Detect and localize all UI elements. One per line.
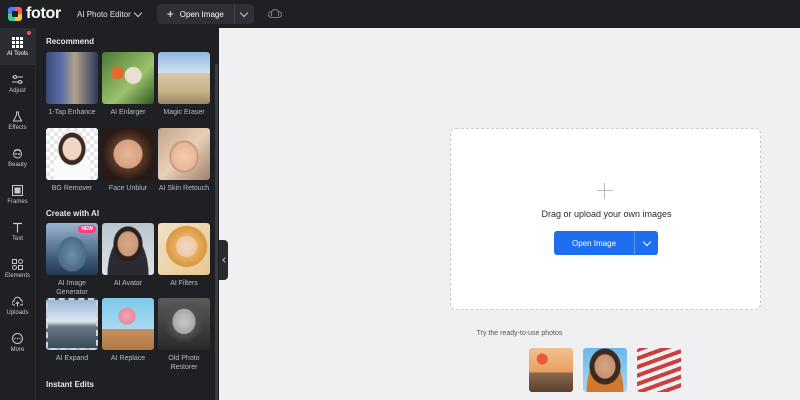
rail-item-adjust[interactable]: Adjust bbox=[0, 65, 35, 102]
rail-label: Adjust bbox=[9, 87, 26, 94]
top-bar: fotor AI Photo Editor + Open Image bbox=[0, 0, 800, 28]
tool-thumbnail bbox=[158, 298, 210, 350]
rail-label: AI Tools bbox=[6, 50, 29, 57]
ai-tools-panel: Recommend 1-Tap Enhance AI Enlarger Magi… bbox=[35, 28, 219, 400]
tool-old-photo-restorer[interactable]: Old Photo Restorer bbox=[158, 298, 210, 372]
tool-ai-replace[interactable]: AI Replace bbox=[102, 298, 154, 363]
rail-label: Elements bbox=[4, 272, 30, 279]
rail-item-beauty[interactable]: Beauty bbox=[0, 139, 35, 176]
rail-label: Uploads bbox=[6, 309, 29, 316]
rail-label: Frames bbox=[7, 198, 28, 205]
top-open-image-dropdown[interactable] bbox=[233, 4, 254, 24]
tool-ai-filters[interactable]: AI Filters bbox=[158, 223, 210, 288]
rail-item-uploads[interactable]: Uploads bbox=[0, 287, 35, 324]
tool-ai-skin-retouch[interactable]: AI Skin Retouch bbox=[158, 128, 210, 193]
open-image-dropdown[interactable] bbox=[634, 231, 658, 255]
tool-bg-remover[interactable]: BG Remover bbox=[46, 128, 98, 193]
section-title-instant-edits: Instant Edits bbox=[46, 380, 95, 389]
rail-item-frames[interactable]: Frames bbox=[0, 176, 35, 213]
fotor-logo[interactable]: fotor bbox=[8, 5, 61, 23]
tool-ai-expand[interactable]: AI Expand bbox=[46, 298, 98, 363]
fotor-logo-icon bbox=[8, 7, 22, 21]
logo-text: fotor bbox=[26, 5, 61, 22]
rail-item-text[interactable]: Text bbox=[0, 213, 35, 250]
cloud-upload-icon bbox=[12, 296, 23, 307]
upload-dropzone[interactable]: Drag or upload your own images Open Imag… bbox=[450, 128, 761, 310]
top-open-image-button[interactable]: + Open Image bbox=[156, 4, 254, 24]
tool-thumbnail: NEW bbox=[46, 223, 98, 275]
editor-canvas: Drag or upload your own images Open Imag… bbox=[219, 28, 800, 400]
chevron-down-icon bbox=[240, 8, 249, 17]
plus-icon bbox=[597, 183, 613, 199]
try-sample-text: Try the ready-to-use photos bbox=[476, 330, 563, 337]
editor-mode-dropdown[interactable]: AI Photo Editor bbox=[76, 8, 142, 19]
notification-dot bbox=[27, 31, 31, 35]
left-rail: AI Tools Adjust Effects Beauty Frames Te… bbox=[0, 28, 35, 400]
rail-item-effects[interactable]: Effects bbox=[0, 102, 35, 139]
tool-ai-image-generator[interactable]: NEW AI Image Generator bbox=[46, 223, 98, 297]
top-open-image-label: Open Image bbox=[179, 9, 224, 19]
tool-thumbnail bbox=[158, 223, 210, 275]
tool-thumbnail bbox=[102, 128, 154, 180]
shapes-icon bbox=[12, 258, 23, 270]
cloud-icon[interactable] bbox=[267, 9, 282, 18]
tool-thumbnail bbox=[46, 128, 98, 180]
chevron-left-icon bbox=[221, 257, 228, 263]
rail-label: Text bbox=[11, 235, 23, 242]
sample-photo-flag[interactable] bbox=[637, 348, 681, 392]
more-icon bbox=[12, 332, 23, 344]
rail-label: Beauty bbox=[8, 161, 27, 168]
tool-thumbnail bbox=[102, 223, 154, 275]
sample-photo-portrait[interactable] bbox=[583, 348, 627, 392]
tool-thumbnail bbox=[46, 298, 98, 350]
text-icon bbox=[12, 222, 23, 233]
sliders-icon bbox=[12, 74, 23, 85]
section-title-create-with-ai: Create with AI bbox=[46, 209, 100, 218]
dropzone-text: Drag or upload your own images bbox=[541, 209, 672, 219]
new-badge: NEW bbox=[78, 225, 96, 233]
tool-thumbnail bbox=[158, 52, 210, 104]
panel-scrollbar[interactable] bbox=[215, 64, 218, 400]
chevron-down-icon bbox=[642, 237, 651, 246]
flask-icon bbox=[12, 111, 23, 122]
tool-thumbnail bbox=[158, 128, 210, 180]
face-icon bbox=[12, 148, 23, 159]
tool-ai-enlarger[interactable]: AI Enlarger bbox=[102, 52, 154, 117]
sample-photo-balloons[interactable] bbox=[529, 348, 573, 392]
open-image-main[interactable]: Open Image bbox=[554, 231, 634, 255]
tool-1-tap-enhance[interactable]: 1-Tap Enhance bbox=[46, 52, 98, 117]
tool-magic-eraser[interactable]: Magic Eraser bbox=[158, 52, 210, 117]
plus-icon: + bbox=[166, 7, 174, 21]
rail-label: More bbox=[10, 346, 25, 353]
tool-thumbnail bbox=[46, 52, 98, 104]
tool-thumbnail bbox=[102, 298, 154, 350]
grid-icon bbox=[12, 36, 23, 48]
frame-icon bbox=[12, 184, 23, 196]
top-open-image-main[interactable]: + Open Image bbox=[157, 4, 234, 24]
editor-mode-label: AI Photo Editor bbox=[76, 9, 131, 19]
section-title-recommend: Recommend bbox=[46, 37, 95, 46]
chevron-down-icon bbox=[133, 8, 142, 17]
tool-thumbnail bbox=[102, 52, 154, 104]
tool-ai-avatar[interactable]: AI Avatar bbox=[102, 223, 154, 288]
open-image-button[interactable]: Open Image bbox=[554, 231, 658, 255]
rail-label: Effects bbox=[8, 124, 27, 131]
rail-item-more[interactable]: More bbox=[0, 324, 35, 361]
tool-face-unblur[interactable]: Face Unblur bbox=[102, 128, 154, 193]
rail-item-elements[interactable]: Elements bbox=[0, 250, 35, 287]
collapse-panel-handle[interactable] bbox=[219, 240, 228, 280]
